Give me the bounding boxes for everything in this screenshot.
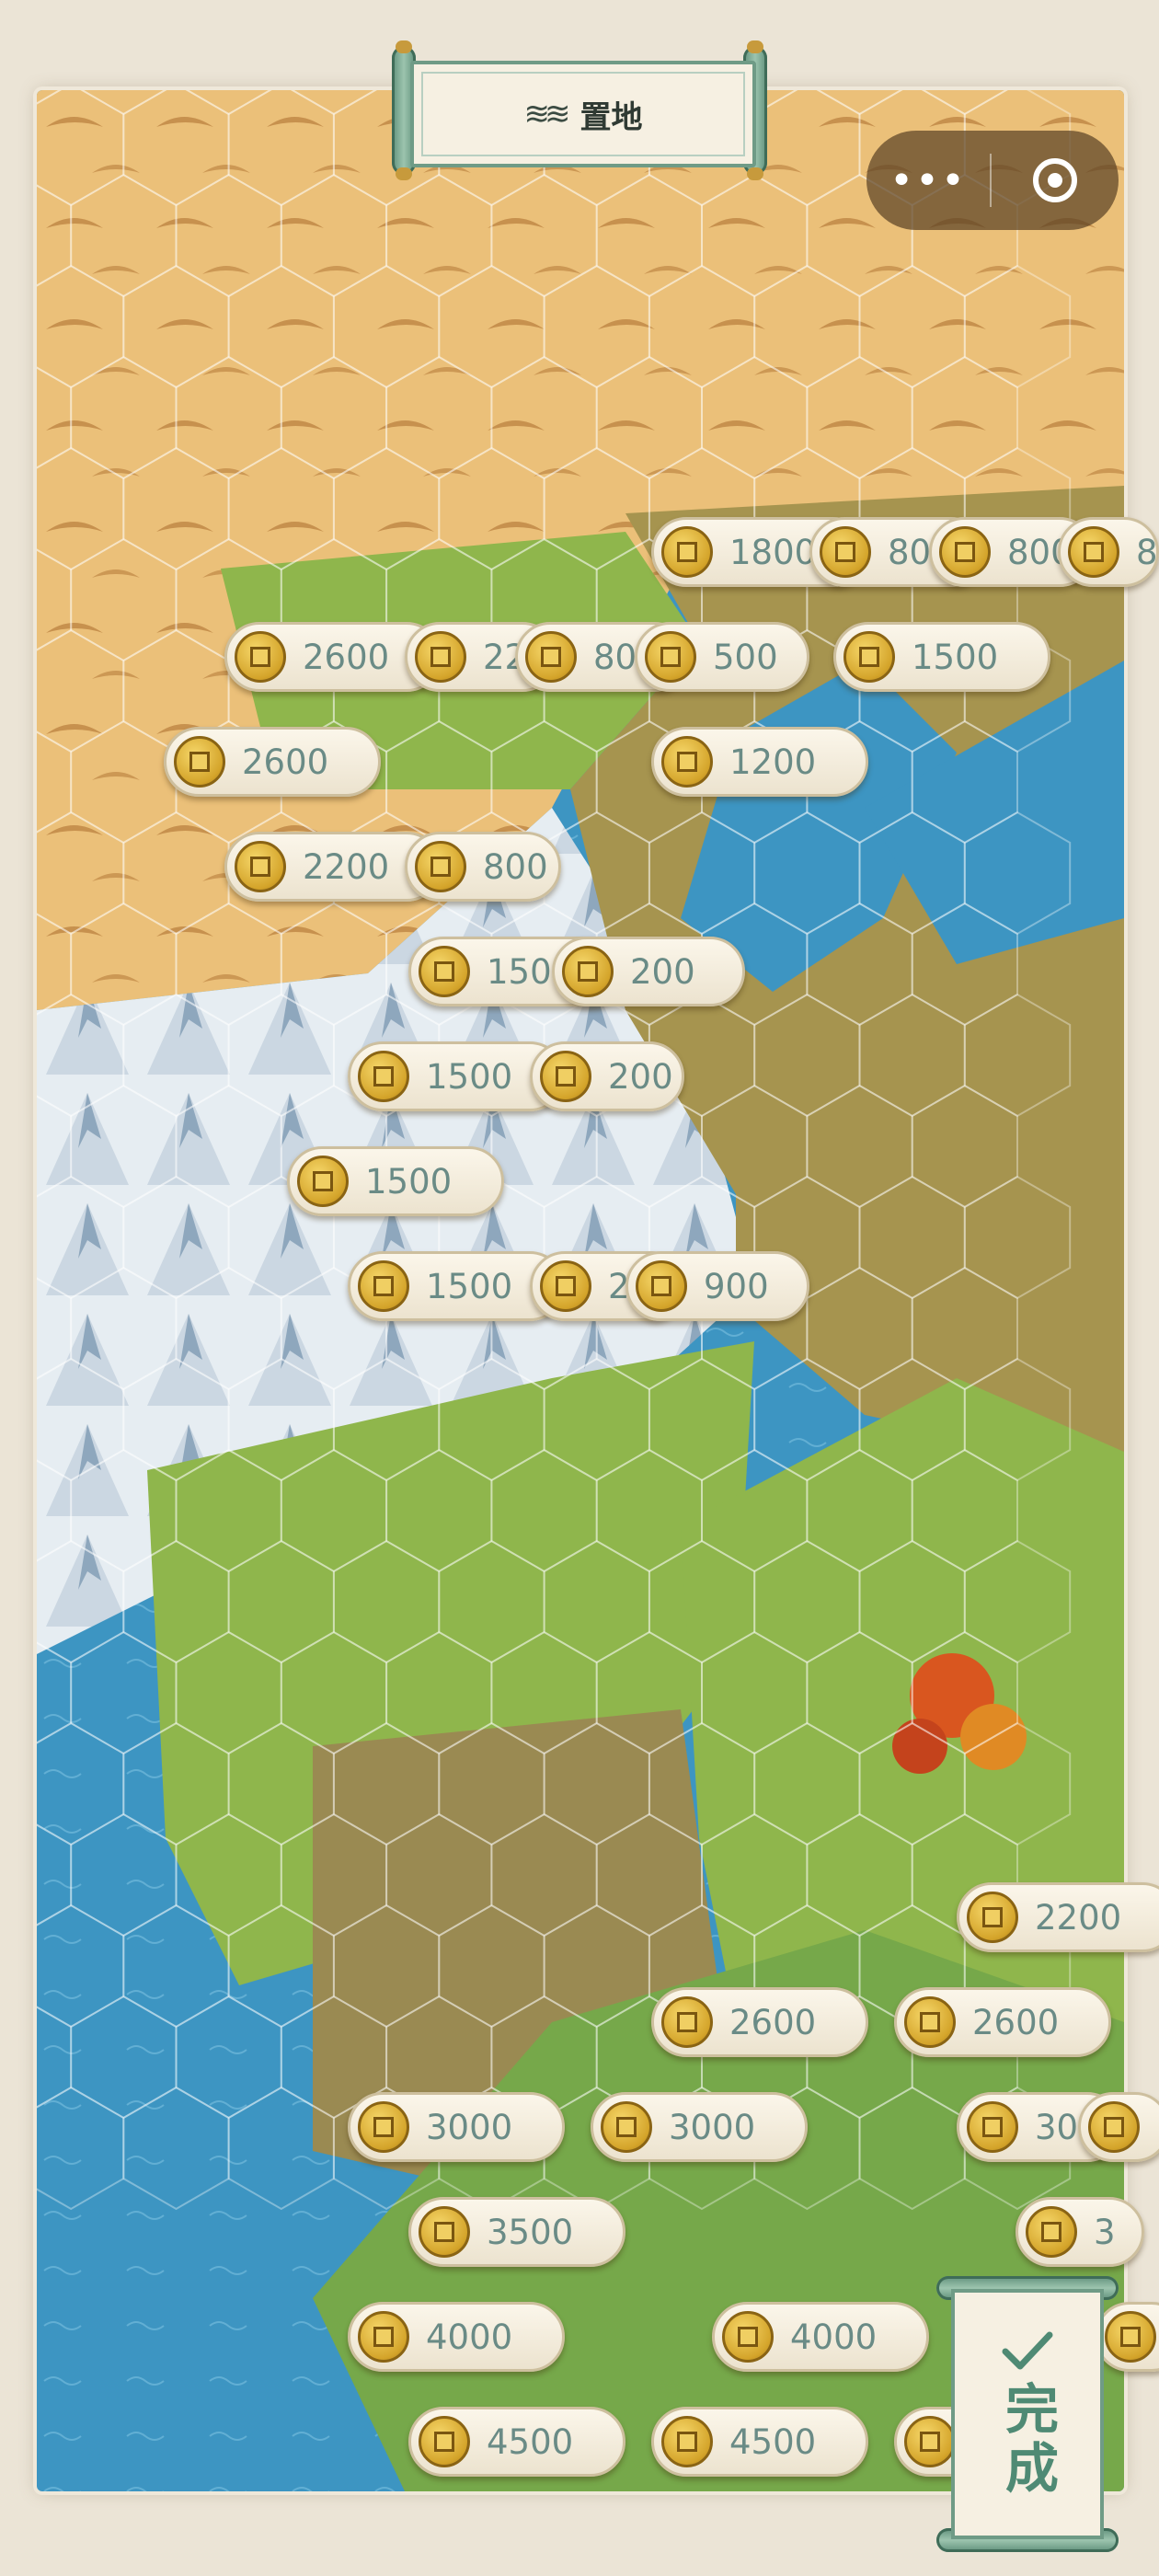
land-price: 4500: [729, 2421, 817, 2462]
done-button[interactable]: 完成: [951, 2289, 1104, 2539]
land-price-tag[interactable]: 3: [1016, 2197, 1144, 2267]
land-price-tag[interactable]: 2600: [894, 1987, 1111, 2057]
land-price: 2600: [303, 637, 390, 677]
copper-coin-icon: [967, 1892, 1018, 1943]
copper-coin-icon: [419, 946, 470, 997]
title-scroll: ≋≋ 置地: [392, 40, 767, 180]
copper-coin-icon: [661, 736, 713, 788]
copper-coin-icon: [636, 1260, 687, 1312]
copper-coin-icon: [358, 1260, 409, 1312]
land-price-tag[interactable]: 4500: [651, 2407, 868, 2477]
land-price: 1200: [729, 742, 817, 782]
land-price: 4000: [426, 2317, 513, 2357]
land-price-tag[interactable]: 2200: [957, 1882, 1159, 1952]
target-icon[interactable]: [992, 131, 1119, 230]
copper-coin-icon: [661, 1996, 713, 2048]
land-price-tag[interactable]: 3500: [408, 2197, 625, 2267]
land-price-tag[interactable]: 8: [1058, 517, 1159, 587]
land-price-tag[interactable]: 1500: [287, 1146, 504, 1216]
land-price-tag[interactable]: 4500: [408, 2407, 625, 2477]
copper-coin-icon: [525, 631, 577, 683]
land-price-tag[interactable]: 200: [530, 1041, 684, 1111]
land-price-tag[interactable]: 200: [552, 937, 745, 1006]
land-price-tag[interactable]: 3000: [591, 2092, 808, 2162]
land-price: 1500: [365, 1161, 453, 1202]
copper-coin-icon: [297, 1156, 349, 1207]
copper-coin-icon: [1026, 2206, 1077, 2258]
land-price: 2600: [729, 2002, 817, 2042]
copper-coin-icon: [645, 631, 696, 683]
copper-coin-icon: [661, 526, 713, 578]
land-price: 1500: [426, 1056, 513, 1097]
copper-coin-icon: [722, 2311, 774, 2363]
mini-program-capsule: •••: [866, 131, 1119, 230]
title-banner: ≋≋ 置地: [410, 61, 756, 167]
copper-coin-icon: [562, 946, 614, 997]
copper-coin-icon: [540, 1260, 591, 1312]
copper-coin-icon: [415, 841, 466, 892]
land-price: 2200: [303, 846, 390, 887]
land-price-tag[interactable]: 500: [635, 622, 809, 692]
copper-coin-icon: [843, 631, 895, 683]
copper-coin-icon: [1088, 2101, 1140, 2153]
copper-coin-icon: [358, 1051, 409, 1102]
copper-coin-icon: [661, 2416, 713, 2467]
land-price-tag[interactable]: 1500: [833, 622, 1050, 692]
page-title: 置地: [580, 98, 643, 136]
copper-coin-icon: [358, 2101, 409, 2153]
copper-coin-icon: [415, 631, 466, 683]
copper-coin-icon: [235, 841, 286, 892]
land-price: 8: [1136, 532, 1158, 572]
copper-coin-icon: [967, 2101, 1018, 2153]
checkmark-icon: [1002, 2331, 1053, 2370]
land-price: 200: [630, 951, 695, 992]
done-label: 完成: [996, 2381, 1059, 2499]
copper-coin-icon: [540, 1051, 591, 1102]
land-price: 1800: [729, 532, 817, 572]
copper-coin-icon: [419, 2206, 470, 2258]
land-price: 200: [608, 1056, 673, 1097]
land-price: 2200: [1035, 1897, 1122, 1938]
more-dots-icon[interactable]: •••: [866, 131, 990, 230]
land-price: 2600: [242, 742, 329, 782]
land-price: 1500: [426, 1266, 513, 1306]
land-price: 3500: [487, 2212, 574, 2252]
land-price-tag[interactable]: [1078, 2092, 1159, 2162]
land-price-tag[interactable]: 1200: [651, 727, 868, 797]
land-price: 3000: [669, 2107, 756, 2147]
land-price: 900: [704, 1266, 769, 1306]
copper-coin-icon: [358, 2311, 409, 2363]
done-scroll: 完成: [936, 2276, 1119, 2552]
land-price-tag[interactable]: 3000: [348, 2092, 565, 2162]
copper-coin-icon: [601, 2101, 652, 2153]
copper-coin-icon: [235, 631, 286, 683]
land-price: 500: [713, 637, 778, 677]
land-price: 4500: [487, 2421, 574, 2462]
copper-coin-icon: [419, 2416, 470, 2467]
copper-coin-icon: [939, 526, 991, 578]
land-price: 3000: [426, 2107, 513, 2147]
copper-coin-icon: [904, 1996, 956, 2048]
copper-coin-icon: [1068, 526, 1119, 578]
copper-coin-icon: [820, 526, 871, 578]
land-price-tag[interactable]: 4000: [348, 2302, 565, 2372]
land-price: 800: [483, 846, 548, 887]
land-price: 30: [1035, 2107, 1079, 2147]
land-price: 1500: [912, 637, 999, 677]
land-price: 4000: [790, 2317, 878, 2357]
copper-coin-icon: [174, 736, 225, 788]
land-price-tag[interactable]: 800: [405, 832, 561, 902]
land-price-tag[interactable]: 4000: [712, 2302, 929, 2372]
land-price-tag[interactable]: 2600: [164, 727, 381, 797]
land-price-tag[interactable]: 2600: [651, 1987, 868, 2057]
land-price: 2600: [972, 2002, 1060, 2042]
land-price: 3: [1094, 2212, 1116, 2252]
land-price-tag[interactable]: 900: [625, 1251, 809, 1321]
grass-land-icon: ≋≋: [523, 96, 571, 132]
